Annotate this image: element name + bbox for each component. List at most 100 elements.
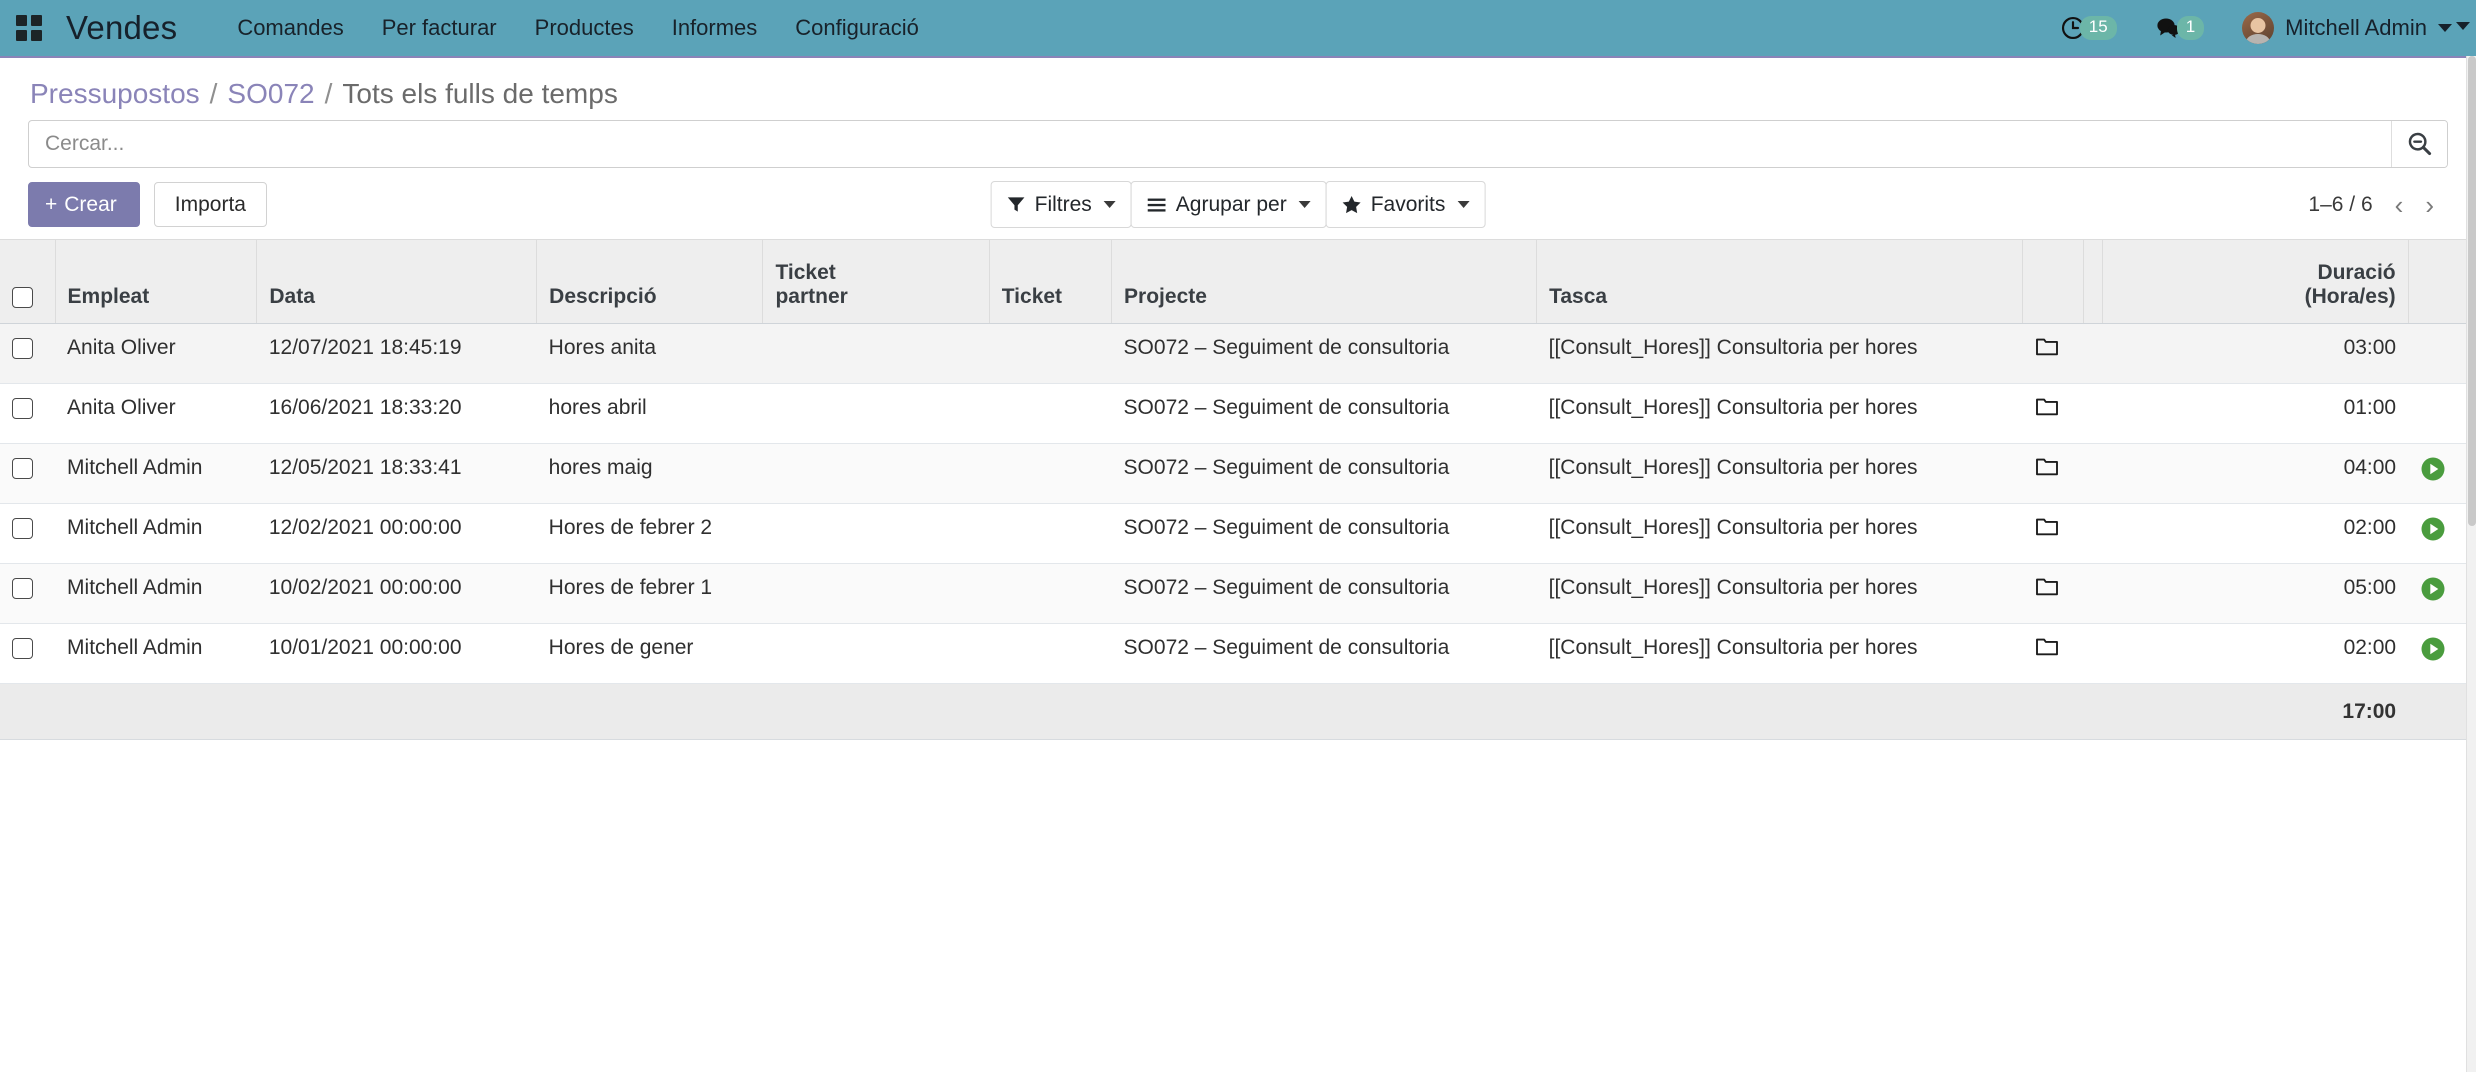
cell-folder[interactable] [2022, 383, 2084, 445]
user-menu[interactable]: Mitchell Admin [2242, 12, 2452, 44]
table-row[interactable]: Mitchell Admin 10/01/2021 00:00:00 Hores d… [0, 623, 2476, 685]
totals-spacer [989, 683, 1112, 741]
pager-count: 1–6 / 6 [2308, 192, 2373, 216]
table-header: Empleat Data Descripció Ticket partner T… [0, 239, 2476, 325]
column-header-ticket-partner[interactable]: Ticket partner [762, 239, 990, 325]
pager: 1–6 / 6 ‹ › [2308, 192, 2448, 218]
cell-tasca: [[Consult_Hores]] Consultoria per hores [1536, 623, 2023, 685]
chevron-down-icon [1457, 201, 1470, 209]
cell-descripcio: Hores de gener [536, 623, 763, 685]
play-icon[interactable] [2420, 576, 2446, 602]
folder-icon [2035, 578, 2058, 596]
column-header-data[interactable]: Data [256, 239, 538, 325]
cell-data: 12/05/2021 18:33:41 [256, 443, 537, 505]
cell-ticket [989, 323, 1112, 385]
cell-duracio: 03:00 [2102, 323, 2409, 385]
apps-grid-icon[interactable] [14, 13, 44, 43]
groupby-dropdown[interactable]: Agrupar per [1130, 180, 1327, 229]
chevron-down-icon [2438, 24, 2452, 32]
search-button[interactable] [2391, 121, 2447, 167]
cell-folder[interactable] [2022, 623, 2084, 685]
create-button-label: Crear [64, 193, 117, 216]
column-header-empleat[interactable]: Empleat [55, 239, 258, 325]
column-header-tasca[interactable]: Tasca [1536, 239, 2024, 325]
menu-item-configuracio[interactable]: Configuració [795, 15, 919, 41]
table-row[interactable]: Anita Oliver 12/07/2021 18:45:19 Hores ani… [0, 323, 2476, 385]
pager-previous-button[interactable]: ‹ [2395, 192, 2404, 218]
row-checkbox[interactable] [12, 518, 33, 540]
page-scrollbar[interactable] [2466, 56, 2476, 1072]
table-row[interactable]: Mitchell Admin 12/02/2021 00:00:00 Hores d… [0, 503, 2476, 565]
cell-tasca: [[Consult_Hores]] Consultoria per hores [1536, 503, 2023, 565]
filters-dropdown[interactable]: Filtres [990, 180, 1132, 229]
control-panel: + Crear Importa Filtres Agrupar per Favo… [0, 168, 2476, 239]
activities-badge: 15 [2079, 16, 2117, 40]
row-select-cell [0, 323, 56, 385]
create-button[interactable]: + Crear [28, 182, 140, 228]
search-minus-icon [2408, 132, 2431, 156]
cell-duracio: 01:00 [2102, 383, 2409, 445]
row-checkbox[interactable] [12, 338, 33, 360]
total-duration: 17:00 [2102, 683, 2409, 741]
import-button[interactable]: Importa [153, 182, 267, 228]
apps-grid-square [16, 30, 27, 41]
timesheet-table: Empleat Data Descripció Ticket partner T… [0, 239, 2476, 741]
play-icon[interactable] [2420, 456, 2446, 482]
cell-ticket [989, 443, 1112, 505]
favorites-dropdown[interactable]: Favorits [1325, 180, 1486, 229]
column-header-projecte[interactable]: Projecte [1111, 239, 1538, 325]
app-brand-vendes[interactable]: Vendes [66, 9, 177, 47]
search-input[interactable] [29, 121, 2391, 167]
cell-duracio: 05:00 [2102, 563, 2409, 625]
play-icon[interactable] [2420, 636, 2446, 662]
row-select-cell [0, 383, 56, 445]
menu-item-productes[interactable]: Productes [535, 15, 634, 41]
row-checkbox[interactable] [12, 578, 33, 600]
cell-duracio: 02:00 [2102, 623, 2409, 685]
menu-item-informes[interactable]: Informes [672, 15, 758, 41]
column-header-duracio[interactable]: Duració (Hora/es) [2102, 239, 2409, 325]
column-header-descripcio[interactable]: Descripció [536, 239, 764, 325]
cell-empleat: Anita Oliver [55, 323, 257, 385]
cell-folder[interactable] [2022, 563, 2084, 625]
messages-menu[interactable]: 1 [2155, 15, 2205, 41]
search-row [0, 120, 2476, 168]
cell-folder[interactable] [2022, 503, 2084, 565]
row-checkbox[interactable] [12, 458, 33, 480]
activities-menu[interactable]: 15 [2060, 15, 2117, 41]
cell-tasca: [[Consult_Hores]] Consultoria per hores [1536, 443, 2023, 505]
menu-item-per-facturar[interactable]: Per facturar [382, 15, 497, 41]
cell-spacer [2083, 383, 2103, 445]
select-all-checkbox[interactable] [12, 287, 33, 309]
play-icon[interactable] [2420, 516, 2446, 542]
page-scrollbar-thumb[interactable] [2468, 56, 2476, 526]
chevron-down-icon-edge[interactable] [2456, 22, 2470, 30]
cell-empleat: Mitchell Admin [55, 443, 257, 505]
cell-folder[interactable] [2022, 443, 2084, 505]
row-checkbox[interactable] [12, 638, 33, 660]
column-header-ticket[interactable]: Ticket [989, 239, 1113, 325]
cell-descripcio: hores maig [536, 443, 763, 505]
breadcrumb-item-so072[interactable]: SO072 [227, 78, 314, 110]
table-row[interactable]: Anita Oliver 16/06/2021 18:33:20 hores abr… [0, 383, 2476, 445]
totals-spacer [0, 683, 56, 741]
cell-descripcio: Hores anita [536, 323, 763, 385]
cell-tasca: [[Consult_Hores]] Consultoria per hores [1536, 563, 2023, 625]
cell-folder[interactable] [2022, 323, 2084, 385]
table-row[interactable]: Mitchell Admin 10/02/2021 00:00:00 Hores d… [0, 563, 2476, 625]
star-icon [1342, 196, 1361, 214]
folder-icon [2035, 638, 2058, 656]
totals-spacer [55, 683, 257, 741]
cell-ticket [989, 503, 1112, 565]
row-checkbox[interactable] [12, 398, 33, 420]
table-footer: 17:00 [0, 683, 2476, 741]
row-select-cell [0, 563, 56, 625]
cell-ticket [989, 383, 1112, 445]
breadcrumb-item-pressupostos[interactable]: Pressupostos [30, 78, 200, 110]
cell-projecte: SO072 – Seguiment de consultoria [1111, 623, 1537, 685]
menu-item-comandes[interactable]: Comandes [237, 15, 343, 41]
table-row[interactable]: Mitchell Admin 12/05/2021 18:33:41 hores m… [0, 443, 2476, 505]
ticket-partner-line1: Ticket [775, 261, 836, 285]
pager-next-button[interactable]: › [2425, 192, 2434, 218]
navbar-right-group: 15 1 Mitchell Admin [2060, 12, 2458, 44]
